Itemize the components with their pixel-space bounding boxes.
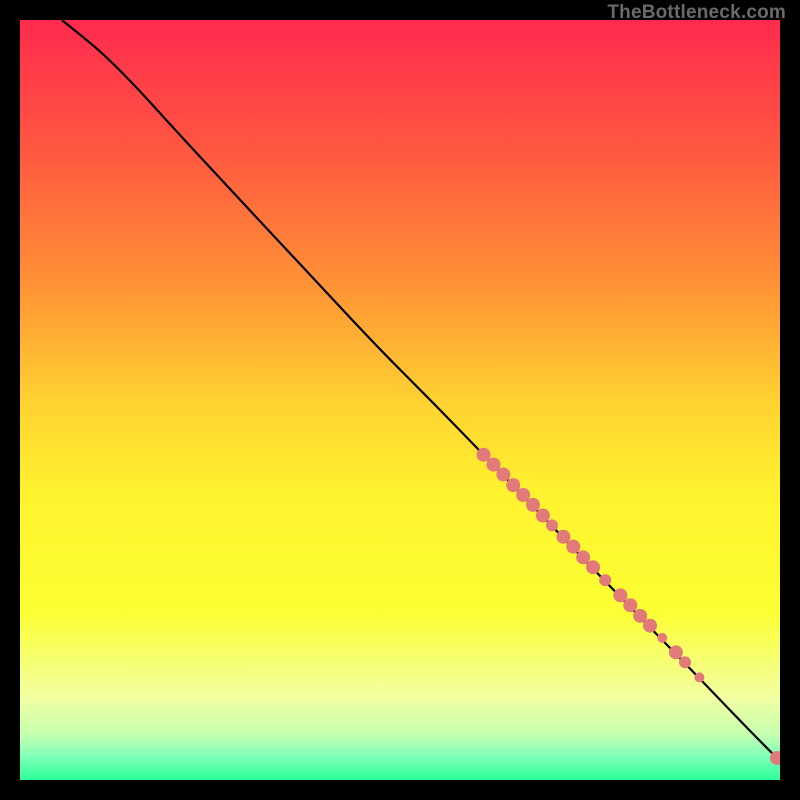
data-marker [679,656,691,668]
data-marker [566,540,580,554]
data-marker [486,458,500,472]
data-marker [556,530,570,544]
data-marker [546,519,558,531]
data-marker [657,633,667,643]
data-marker [669,645,683,659]
data-marker [599,574,611,586]
data-marker [623,598,637,612]
data-marker [526,498,540,512]
data-marker [506,478,520,492]
data-marker [613,588,627,602]
data-marker [633,609,647,623]
attribution-label: TheBottleneck.com [607,2,786,24]
data-marker [694,672,704,682]
data-marker [586,560,600,574]
chart-plot-area [20,20,780,780]
data-marker [643,619,657,633]
chart-svg [20,20,780,780]
data-marker [496,467,510,481]
data-marker [536,509,550,523]
data-marker [516,488,530,502]
data-marker [576,550,590,564]
gradient-background [20,20,780,780]
data-marker [477,448,491,462]
